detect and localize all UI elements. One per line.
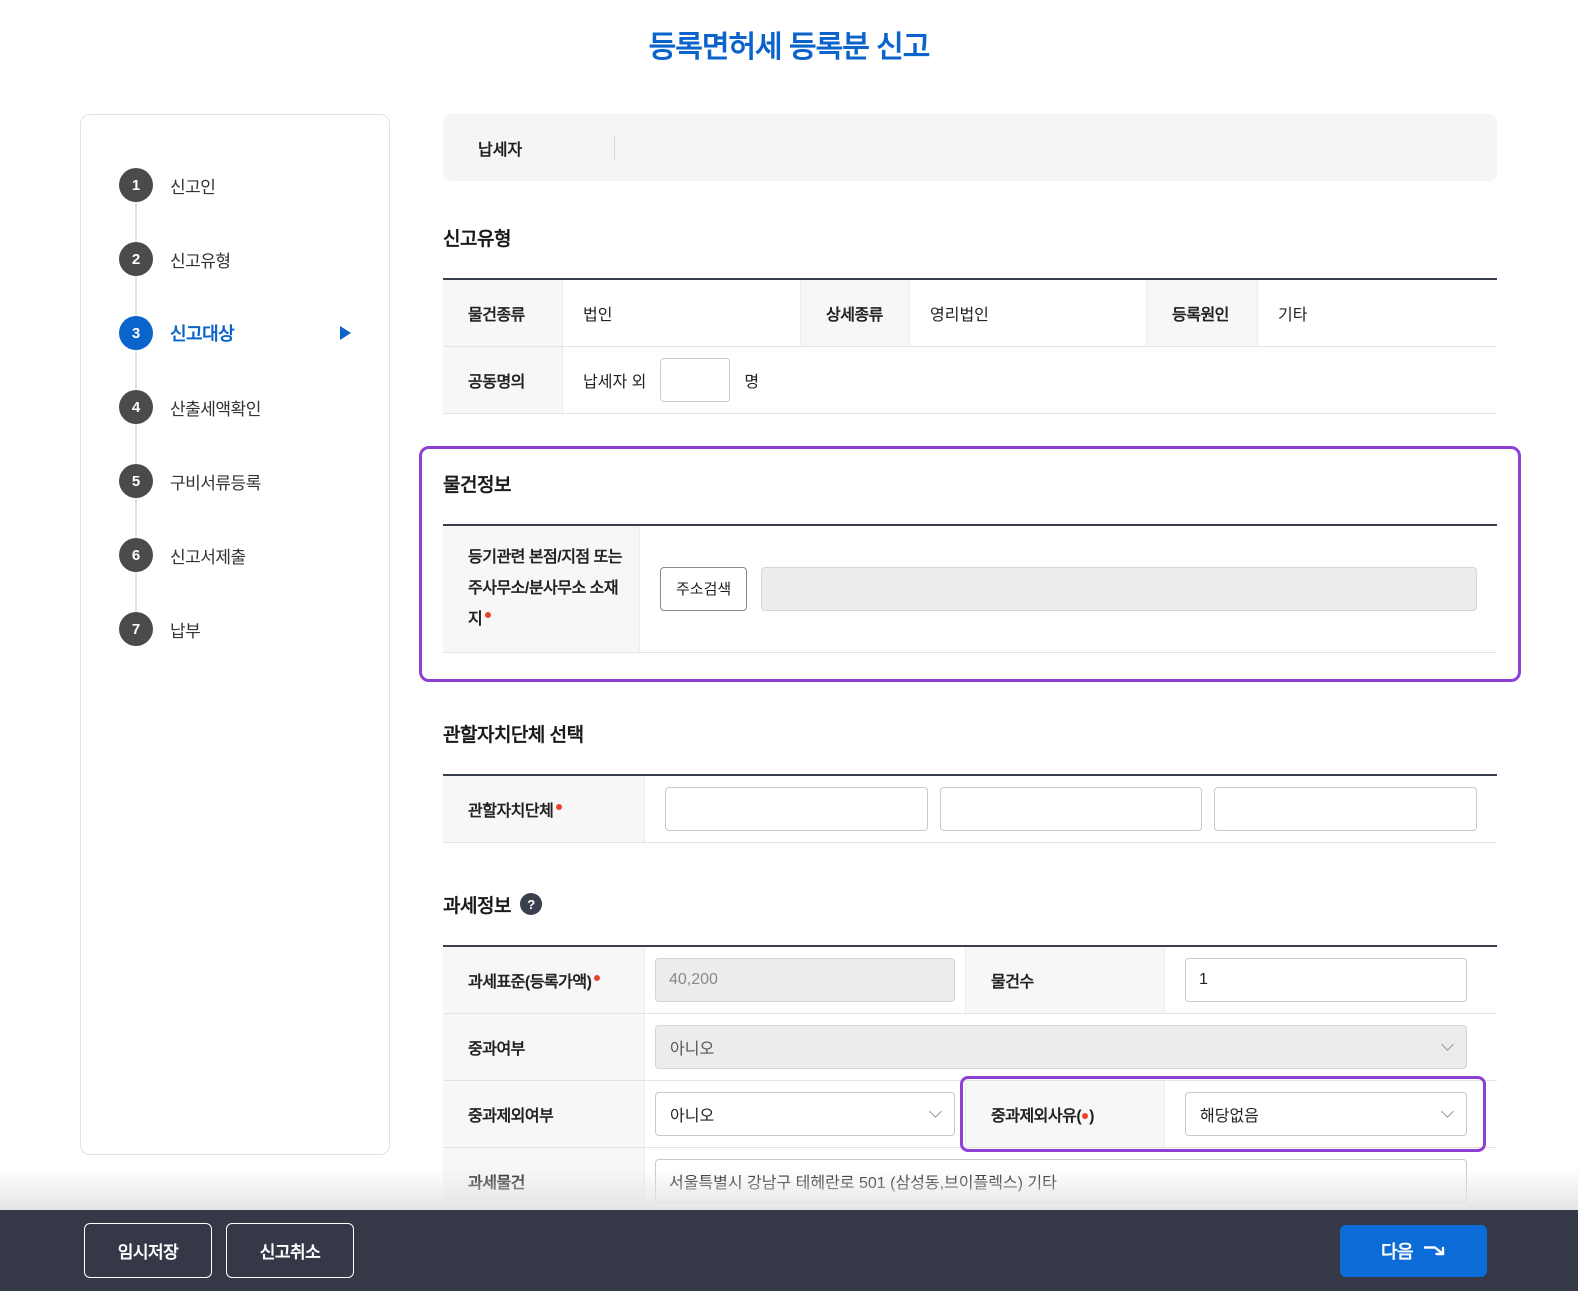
heavy-tax-select: 아니오	[655, 1024, 1467, 1069]
taxpayer-label: 납세자	[478, 141, 523, 159]
arrow-right-icon	[340, 326, 351, 340]
step-number-badge: 7	[119, 612, 153, 646]
step-4-sanchulseaek[interactable]: 4 산출세액확인	[119, 390, 351, 424]
chevron-down-icon	[1441, 1104, 1454, 1118]
step-number-badge: 4	[119, 390, 153, 424]
required-marker	[594, 974, 601, 981]
help-icon[interactable]: ?	[519, 893, 542, 916]
chevron-down-icon	[1441, 1037, 1454, 1051]
step-number-badge: 5	[119, 464, 153, 498]
district-input-3[interactable]	[1214, 786, 1478, 831]
registry-address-label: 등기관련 본점/지점 또는 주사무소/분사무소 소재지	[443, 526, 640, 652]
address-search-button[interactable]: 주소검색	[660, 566, 748, 611]
joint-name-label: 공동명의	[443, 347, 563, 413]
district-label: 관할자치단체	[443, 775, 645, 842]
tax-base-label: 과세표준(등록가액)	[443, 946, 645, 1013]
step-number-badge: 3	[119, 316, 153, 350]
divider	[614, 134, 616, 161]
excl-reason-select[interactable]: 해당없음	[1185, 1091, 1467, 1136]
object-count-input[interactable]	[1185, 957, 1467, 1002]
section-property-info-highlight: 물건정보 등기관련 본점/지점 또는 주사무소/분사무소 소재지 주소검색	[419, 446, 1521, 682]
step-7-nabbu[interactable]: 7 납부	[119, 612, 351, 646]
tax-base-input	[655, 957, 955, 1002]
joint-name-prefix: 납세자 외	[583, 374, 647, 391]
property-kind-label: 물건종류	[443, 280, 563, 346]
heavy-excl-select[interactable]: 아니오	[655, 1091, 955, 1136]
object-count-label: 물건수	[965, 946, 1165, 1013]
heavy-tax-label: 중과여부	[443, 1013, 645, 1080]
step-1-singoin[interactable]: 1 신고인	[119, 168, 351, 202]
footer-shadow	[0, 1168, 1578, 1210]
section-title-district: 관할자치단체 선택	[443, 724, 584, 746]
detail-kind-label: 상세종류	[800, 280, 910, 346]
joint-name-suffix: 명	[744, 374, 760, 391]
required-marker	[485, 612, 492, 619]
detail-kind-value: 영리법인	[930, 307, 989, 324]
footer-action-bar: 임시저장 신고취소 다음	[0, 1210, 1578, 1291]
step-number-badge: 2	[119, 242, 153, 276]
cancel-report-button[interactable]: 신고취소	[226, 1223, 354, 1278]
step-5-gubiseoryu[interactable]: 5 구비서류등록	[119, 464, 351, 498]
form-content: 납세자 신고유형 물건종류 법인 상세종류 영리법인 등록원인 기타 공동명의 …	[419, 114, 1521, 1217]
section-district-select: 관할자치단체 선택 관할자치단체	[443, 720, 1497, 843]
required-marker	[556, 803, 563, 810]
section-title-property-info: 물건정보	[443, 475, 511, 496]
district-input-1[interactable]	[665, 786, 928, 831]
step-6-singoseo[interactable]: 6 신고서제출	[119, 538, 351, 572]
step-navigation: 1 신고인 2 신고유형 3 신고대상 4 산출세액확인 5 구비서류등록 6 …	[80, 114, 390, 1155]
taxpayer-bar: 납세자	[443, 114, 1497, 181]
step-3-singodaesang-active[interactable]: 3 신고대상	[119, 316, 351, 350]
temp-save-button[interactable]: 임시저장	[84, 1223, 212, 1278]
page-title: 등록면허세 등록분 신고	[648, 31, 931, 64]
section-report-type: 신고유형 물건종류 법인 상세종류 영리법인 등록원인 기타 공동명의 납세자 …	[443, 224, 1497, 414]
district-input-2[interactable]	[939, 786, 1203, 831]
required-marker	[1082, 1112, 1089, 1119]
registration-cause-value: 기타	[1278, 307, 1308, 324]
joint-count-input[interactable]	[660, 358, 731, 402]
registry-address-input	[761, 566, 1477, 611]
step-number-badge: 1	[119, 168, 153, 202]
property-kind-value: 법인	[583, 307, 613, 324]
next-arrow-icon	[1424, 1246, 1445, 1256]
section-title-tax-info: 과세정보 ?	[443, 891, 1497, 918]
section-title-report-type: 신고유형	[443, 229, 511, 250]
heavy-excl-label: 중과제외여부	[443, 1080, 645, 1147]
chevron-down-icon	[929, 1104, 942, 1118]
step-number-badge: 6	[119, 538, 153, 572]
excl-reason-label: 중과제외사유()	[965, 1080, 1165, 1147]
registration-cause-label: 등록원인	[1146, 280, 1258, 346]
step-2-singoyuhyeong[interactable]: 2 신고유형	[119, 242, 351, 276]
